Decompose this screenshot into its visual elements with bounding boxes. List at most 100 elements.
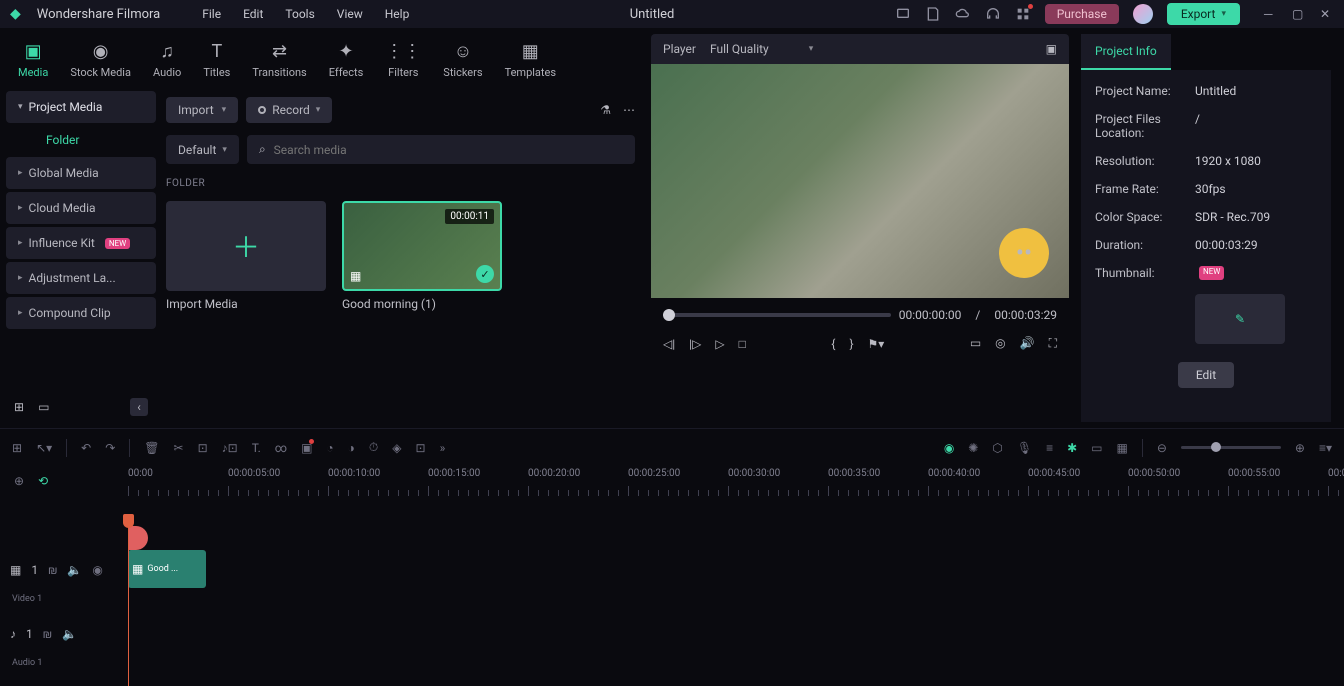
purchase-button[interactable]: Purchase <box>1045 4 1119 24</box>
volume-icon[interactable]: 🔊 <box>1020 336 1035 351</box>
sidebar-project-media[interactable]: ▾Project Media <box>6 91 156 123</box>
video-clip[interactable]: ▦ Good ... <box>128 550 206 588</box>
film-crop-icon[interactable]: ▣ <box>301 441 312 455</box>
video-track-content[interactable]: ▦ Good ... <box>128 546 1344 594</box>
export-button[interactable]: Export▾ <box>1167 3 1240 25</box>
collapse-sidebar-button[interactable]: ‹ <box>130 398 148 416</box>
sidebar-influence-kit[interactable]: ▸Influence KitNEW <box>6 227 156 259</box>
time-ruler[interactable]: 00:0000:00:05:0000:00:10:0000:00:15:0000… <box>128 466 1344 496</box>
sort-dropdown[interactable]: Default▾ <box>166 135 239 164</box>
more-tools-icon[interactable]: » <box>440 441 446 455</box>
sidebar-compound-clip[interactable]: ▸Compound Clip <box>6 297 156 329</box>
view-mode-icon[interactable]: ≡▾ <box>1319 441 1332 455</box>
tab-project-info[interactable]: Project Info <box>1081 34 1171 70</box>
keyframe-icon[interactable]: ◈ <box>392 441 401 455</box>
preview-video[interactable]: •• <box>651 64 1069 298</box>
apps-icon[interactable] <box>1015 6 1031 22</box>
zoom-slider[interactable] <box>1181 446 1281 449</box>
preview-tab[interactable]: Player <box>663 42 696 56</box>
cursor-icon[interactable]: ↖▾ <box>36 441 52 455</box>
tab-effects[interactable]: ✦Effects <box>329 41 364 79</box>
link-icon[interactable]: ∞ <box>275 441 287 455</box>
tab-filters[interactable]: ⋮⋮Filters <box>385 41 421 79</box>
thumbnail-box[interactable]: ✎ <box>1195 294 1285 344</box>
quality-dropdown[interactable]: Full Quality▾ <box>710 42 813 56</box>
redo-icon[interactable]: ↷ <box>105 441 115 455</box>
mute-icon[interactable]: 🔈 <box>62 627 77 641</box>
menu-edit[interactable]: Edit <box>243 7 263 21</box>
bug-icon[interactable]: ✱ <box>1067 441 1077 455</box>
marker-icon[interactable]: ⬡ <box>992 441 1002 455</box>
scrub-handle[interactable] <box>663 309 675 321</box>
user-avatar[interactable] <box>1133 4 1153 24</box>
crop-icon[interactable]: ⊡ <box>198 441 208 455</box>
device-tl-icon[interactable]: ▭ <box>1091 441 1102 455</box>
timer-icon[interactable]: ⏱ <box>369 440 378 455</box>
mark-out-icon[interactable]: } <box>849 337 853 351</box>
layout-icon[interactable]: ⊞ <box>12 441 22 455</box>
import-media-tile[interactable]: ＋ Import Media <box>166 201 326 311</box>
camera-icon[interactable]: ◎ <box>995 336 1005 351</box>
preview-scrubber[interactable] <box>663 313 891 317</box>
zoom-handle[interactable] <box>1211 442 1221 452</box>
fullscreen-icon[interactable]: ⛶ <box>1049 336 1057 351</box>
snapshot-icon[interactable]: ▣ <box>1046 42 1057 56</box>
undo-icon[interactable]: ↶ <box>81 441 91 455</box>
tab-titles[interactable]: TTitles <box>203 41 230 79</box>
playhead[interactable] <box>128 520 129 686</box>
color-icon[interactable]: ◑ <box>348 441 355 455</box>
new-folder-icon[interactable]: ▭ <box>38 400 49 414</box>
mic-icon[interactable]: 🎙 <box>1017 441 1032 455</box>
cloud-icon[interactable] <box>955 6 971 22</box>
sidebar-folder[interactable]: Folder <box>6 126 156 154</box>
new-bin-icon[interactable]: ⊞ <box>14 400 24 414</box>
tab-media[interactable]: ▣Media <box>18 41 48 79</box>
tab-stock-media[interactable]: ◉Stock Media <box>70 41 131 79</box>
zoom-in-icon[interactable]: ⊕ <box>1295 441 1305 455</box>
play-icon[interactable]: |▷ <box>689 337 701 351</box>
sidebar-adjustment-layer[interactable]: ▸Adjustment La... <box>6 262 156 294</box>
sidebar-cloud-media[interactable]: ▸Cloud Media <box>6 192 156 224</box>
delete-icon[interactable]: 🗑 <box>144 441 159 455</box>
device-icon[interactable] <box>895 6 911 22</box>
mark-in-icon[interactable]: { <box>831 337 835 351</box>
stop-button[interactable]: □ <box>739 337 746 351</box>
zoom-out-icon[interactable]: ⊖ <box>1157 441 1167 455</box>
search-box[interactable]: ⌕ <box>247 135 635 164</box>
maximize-button[interactable]: ▢ <box>1292 7 1306 21</box>
save-icon[interactable] <box>925 6 941 22</box>
menu-tools[interactable]: Tools <box>285 7 314 21</box>
mixer-icon[interactable]: ≡ <box>1046 441 1053 455</box>
play-button[interactable]: ▷ <box>715 337 724 351</box>
tab-transitions[interactable]: ⇄Transitions <box>252 41 306 79</box>
ai-icon[interactable]: ◉ <box>944 441 954 455</box>
search-input[interactable] <box>274 143 623 157</box>
tab-stickers[interactable]: ☺Stickers <box>443 41 482 79</box>
mask-icon[interactable]: ♪⊡ <box>222 441 238 455</box>
media-clip-tile[interactable]: 00:00:11 ▦ ✓ Good morning (1) <box>342 201 502 311</box>
filter-icon[interactable]: ⚗ <box>600 103 611 117</box>
mute-icon[interactable]: 🔈 <box>67 563 82 577</box>
speed-icon[interactable]: ◔ <box>326 441 333 455</box>
record-dropdown[interactable]: Record▾ <box>246 97 332 123</box>
tab-templates[interactable]: ▦Templates <box>505 41 556 79</box>
split-icon[interactable]: ✂ <box>174 441 184 455</box>
audio-track-content[interactable] <box>128 610 1344 658</box>
text-icon[interactable]: T. <box>252 441 261 455</box>
lens-icon[interactable]: ✺ <box>968 441 978 455</box>
lock-icon[interactable]: ₪ <box>43 627 52 641</box>
sidebar-global-media[interactable]: ▸Global Media <box>6 157 156 189</box>
marker-dropdown-icon[interactable]: ⚑▾ <box>868 337 885 351</box>
more-icon[interactable]: ⋯ <box>623 103 635 117</box>
display-icon[interactable]: ▭ <box>970 336 981 351</box>
link-track-icon[interactable]: ⟲ <box>38 474 48 488</box>
track-add-icon[interactable]: ⊕ <box>14 474 24 488</box>
minimize-button[interactable]: ─ <box>1264 7 1278 21</box>
lock-icon[interactable]: ₪ <box>48 563 57 577</box>
close-button[interactable]: ✕ <box>1320 7 1334 21</box>
menu-help[interactable]: Help <box>385 7 410 21</box>
menu-file[interactable]: File <box>202 7 221 21</box>
eye-icon[interactable]: ◉ <box>92 563 102 577</box>
edit-button[interactable]: Edit <box>1178 362 1234 388</box>
snap-icon[interactable]: ⊡ <box>416 441 426 455</box>
